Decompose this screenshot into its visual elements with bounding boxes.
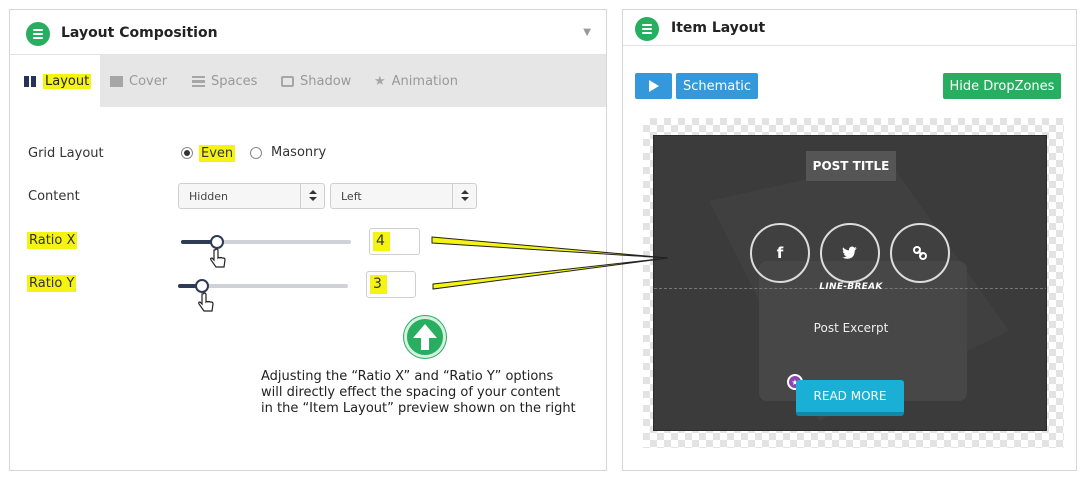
tab-shadow[interactable]: Shadow — [281, 55, 351, 107]
ratio-x-input[interactable]: 4 — [369, 228, 420, 255]
select-value: Left — [341, 190, 362, 203]
tab-cover[interactable]: Cover — [110, 55, 167, 107]
tab-label: Shadow — [300, 73, 352, 89]
ratio-y-input[interactable]: 3 — [366, 271, 416, 298]
menu-icon[interactable] — [635, 17, 659, 41]
facebook-share-icon[interactable]: f — [750, 223, 810, 283]
tab-label: Spaces — [211, 73, 258, 89]
radio-masonry[interactable] — [250, 147, 262, 159]
radio-even[interactable] — [181, 147, 193, 159]
play-icon — [648, 80, 659, 92]
twitter-share-icon[interactable] — [820, 223, 880, 283]
slider-handle[interactable] — [210, 235, 224, 249]
tab-layout[interactable]: Layout — [10, 55, 100, 107]
panel-header[interactable]: Layout Composition ▼ — [10, 10, 606, 55]
content-visibility-select[interactable]: Hidden — [178, 183, 325, 209]
select-arrows-icon — [452, 184, 476, 208]
item-preview-card: POST TITLE f LINE-BREAK Post Excerpt ★ R… — [653, 135, 1047, 431]
grid-layout-label: Grid Layout — [28, 146, 104, 161]
content-align-select[interactable]: Left — [330, 183, 477, 209]
tab-bar: Layout Cover Spaces Shadow ★ Animation — [10, 55, 606, 107]
collapse-caret-icon[interactable]: ▼ — [583, 27, 591, 38]
twitter-icon — [842, 246, 857, 259]
ratio-y-label-text: Ratio Y — [27, 275, 77, 292]
slider-handle[interactable] — [195, 279, 209, 293]
tab-spaces[interactable]: Spaces — [192, 55, 257, 107]
ratio-x-label-text: Ratio X — [27, 232, 78, 249]
panel-title: Item Layout — [671, 20, 766, 36]
star-icon: ★ — [374, 73, 386, 89]
select-value: Hidden — [189, 190, 229, 203]
layout-icon — [24, 75, 37, 87]
cover-icon — [110, 75, 123, 87]
up-arrow-icon — [404, 316, 446, 358]
annotation-note: Adjusting the “Ratio X” and “Ratio Y” op… — [261, 369, 576, 416]
tab-label: Layout — [43, 73, 92, 89]
ratio-y-label: Ratio Y — [27, 275, 77, 292]
post-excerpt[interactable]: Post Excerpt — [654, 321, 1046, 335]
read-more-button[interactable]: READ MORE — [796, 380, 904, 416]
post-title[interactable]: POST TITLE — [806, 151, 896, 181]
play-button[interactable] — [635, 73, 672, 99]
shadow-icon — [281, 75, 294, 87]
ratio-x-value: 4 — [373, 232, 390, 251]
panel-title: Layout Composition — [61, 25, 218, 41]
up-arrow-glyph — [413, 324, 437, 350]
link-share-icon[interactable] — [890, 223, 950, 283]
ratio-x-label: Ratio X — [27, 232, 78, 249]
ratio-y-slider[interactable] — [178, 279, 348, 293]
ratio-x-slider[interactable] — [181, 235, 351, 249]
tab-label: Animation — [391, 73, 458, 89]
panel-header[interactable]: Item Layout — [623, 10, 1076, 46]
tab-label: Cover — [129, 73, 168, 89]
radio-even-label[interactable]: Even — [199, 145, 236, 162]
line-break-label: LINE-BREAK — [819, 282, 883, 292]
hand-cursor-icon — [198, 292, 214, 312]
hand-cursor-icon — [210, 248, 226, 268]
select-arrows-icon — [300, 184, 324, 208]
radio-masonry-label[interactable]: Masonry — [271, 145, 326, 160]
ratio-y-value: 3 — [370, 275, 387, 294]
hide-dropzones-button[interactable]: Hide DropZones — [943, 73, 1061, 99]
content-label: Content — [28, 189, 80, 204]
menu-icon[interactable] — [26, 22, 50, 46]
link-icon — [913, 246, 927, 260]
tab-animation[interactable]: ★ Animation — [374, 55, 458, 107]
schematic-button[interactable]: Schematic — [676, 73, 758, 99]
spaces-icon — [192, 75, 205, 87]
